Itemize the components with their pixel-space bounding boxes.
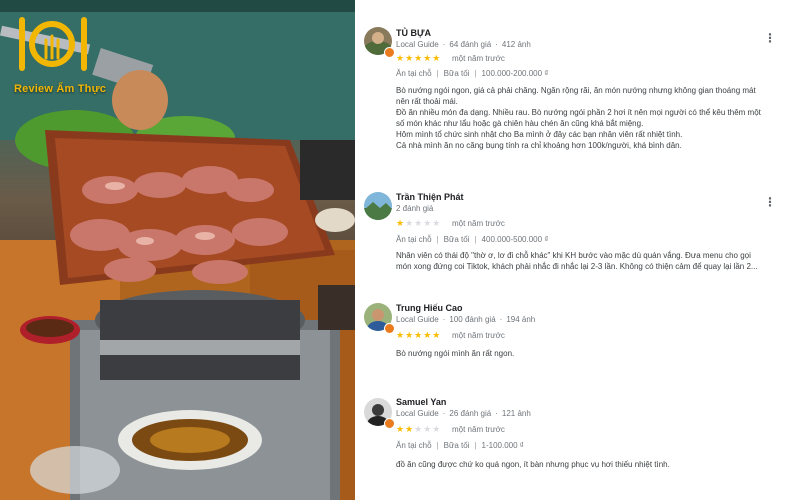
logo-text: Review Ẩm Thực: [14, 83, 107, 95]
reviewer-name[interactable]: Trung Hiếu Cao: [396, 303, 463, 313]
food-photo: Review Ẩm Thực: [0, 0, 355, 500]
review-tags: Ăn tại chỗBữa tối1-100.000 ₫: [396, 441, 524, 450]
review-count: 2 đánh giá: [396, 204, 434, 213]
avatar[interactable]: [364, 303, 395, 334]
star-rating: ★★★★★: [396, 330, 441, 341]
reviewer-meta: 2 đánh giá: [396, 204, 433, 213]
local-guide-badge-icon: [384, 323, 395, 334]
avatar-image: [364, 192, 392, 220]
reviewer-meta: Local Guide26 đánh giá121 ảnh: [396, 409, 531, 418]
review-text: Bò nướng ngói mình ăn rất ngon.: [396, 348, 798, 359]
star-rating: ★★★★★: [396, 53, 441, 64]
reviews-list: TỦ BỰA Local Guide64 đánh giá412 ảnh ⋮ ★…: [360, 0, 800, 500]
review-count: 64 đánh giá: [439, 40, 492, 49]
review-text: đồ ăn cũng được chứ ko quá ngon, ít bàn …: [396, 459, 798, 470]
review-text-line: món xong đứng coi Tiktok, khách phải nhắ…: [396, 262, 758, 271]
review-tags: Ăn tại chỗBữa tối400.000-500.000 ₫: [396, 235, 548, 244]
star-icon: ★★★★★: [396, 330, 442, 340]
tag-price: 100.000-200.000 ₫: [469, 69, 548, 78]
more-vert-icon[interactable]: ⋮: [764, 196, 776, 208]
review-text-line: đồ ăn cũng được chứ ko quá ngon, ít bàn …: [396, 460, 670, 469]
review-text: Nhân viên có thái độ "thờ ơ, lơ đi chỗ k…: [396, 250, 798, 272]
local-guide-badge-icon: [384, 418, 395, 429]
star-icon: ★★★★★: [396, 53, 442, 63]
more-vert-icon[interactable]: ⋮: [764, 32, 776, 44]
photo-count: 121 ảnh: [491, 409, 531, 418]
review-time: một năm trước: [452, 54, 505, 63]
review-count: 100 đánh giá: [439, 315, 496, 324]
star-rating: ★★★★★: [396, 424, 441, 435]
avatar[interactable]: [364, 398, 395, 429]
reviewer-meta: Local Guide64 đánh giá412 ảnh: [396, 40, 531, 49]
review-tags: Ăn tại chỗBữa tối100.000-200.000 ₫: [396, 69, 548, 78]
reviewer-name[interactable]: Samuel Yan: [396, 397, 446, 407]
tag-price: 1-100.000 ₫: [469, 441, 523, 450]
local-guide-badge-icon: [384, 47, 395, 58]
review-text-line: Hôm mình tổ chức sinh nhật cho Ba mình ở…: [396, 130, 683, 139]
review-text-line: Bò nướng ngói mình ăn rất ngon.: [396, 349, 515, 358]
tag-meal: Bữa tối: [432, 235, 470, 244]
tag-meal: Bữa tối: [432, 441, 470, 450]
star-icon: ★★★: [414, 424, 442, 434]
reviewer-name[interactable]: Trần Thiện Phát: [396, 192, 464, 202]
review-time: một năm trước: [452, 331, 505, 340]
review-text-line: Nhân viên có thái độ "thờ ơ, lơ đi chỗ k…: [396, 251, 751, 260]
star-icon: ★★★★: [405, 218, 442, 228]
review-text-line: Cả nhà mình ăn no căng bụng tính ra chỉ …: [396, 141, 682, 150]
review-text-line: số món khác như lẩu hoặc gà chiên hàu ch…: [396, 119, 644, 128]
review-time: một năm trước: [452, 219, 505, 228]
reviewer-badge: Local Guide: [396, 409, 439, 418]
tag-service: Ăn tại chỗ: [396, 69, 432, 78]
reviewer-meta: Local Guide100 đánh giá194 ảnh: [396, 315, 535, 324]
avatar[interactable]: [364, 27, 395, 58]
review-text-line: Bò nướng ngói ngon, giá cả phải chăng. N…: [396, 86, 756, 95]
tag-service: Ăn tại chỗ: [396, 235, 432, 244]
star-rating: ★★★★★: [396, 218, 441, 229]
review-text: Bò nướng ngói ngon, giá cả phải chăng. N…: [396, 85, 798, 151]
tag-meal: Bữa tối: [432, 69, 470, 78]
review-am-thuc-logo: [19, 17, 87, 71]
review-text-line: Đồ ăn nhiều món đa dạng. Nhiều rau. Bò n…: [396, 108, 761, 117]
star-icon: ★: [396, 218, 406, 228]
tag-price: 400.000-500.000 ₫: [469, 235, 548, 244]
review-text-line: nên rất thoải mái.: [396, 97, 458, 106]
photo-count: 412 ảnh: [491, 40, 531, 49]
photo-count: 194 ảnh: [496, 315, 536, 324]
right-edge-icon: ⋮: [796, 306, 800, 317]
star-icon: ★★: [396, 424, 415, 434]
review-time: một năm trước: [452, 425, 505, 434]
reviewer-name[interactable]: TỦ BỰA: [396, 28, 431, 38]
review-count: 26 đánh giá: [439, 409, 492, 418]
reviewer-badge: Local Guide: [396, 40, 439, 49]
tag-service: Ăn tại chỗ: [396, 441, 432, 450]
avatar[interactable]: [364, 192, 392, 220]
reviewer-badge: Local Guide: [396, 315, 439, 324]
